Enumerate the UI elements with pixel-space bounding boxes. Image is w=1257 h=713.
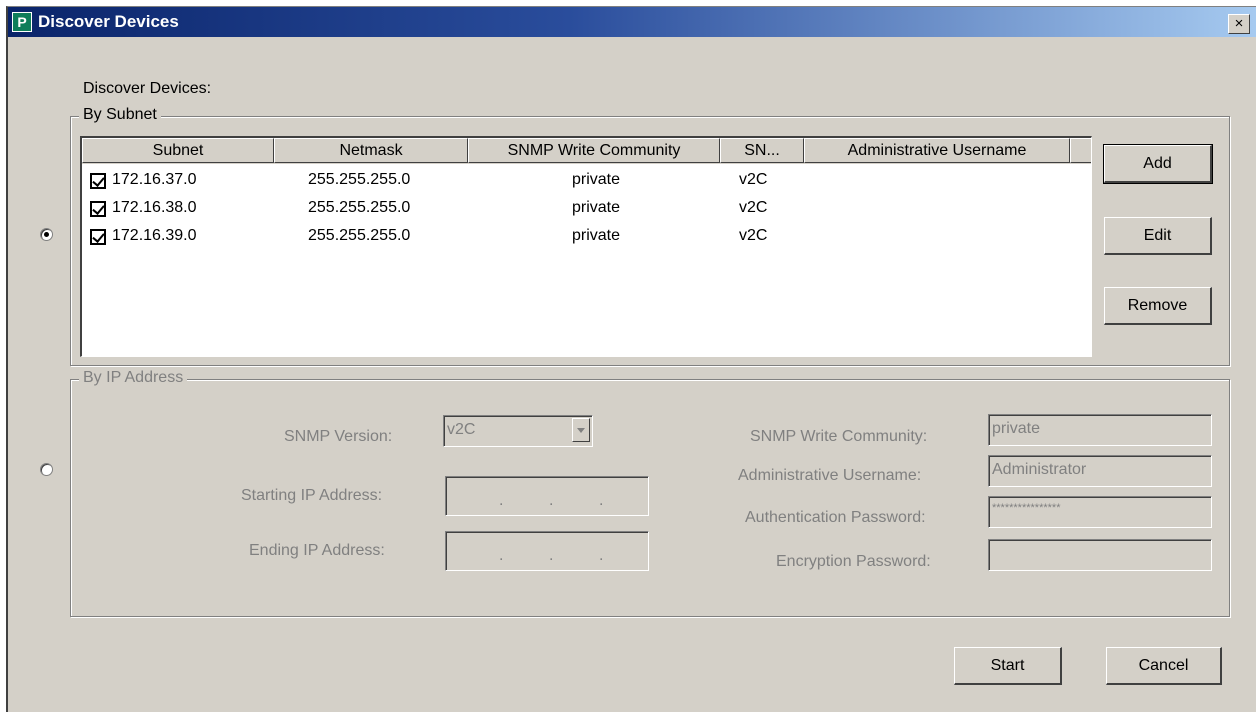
starting-ip-field[interactable]: . . . (445, 476, 649, 516)
column-header-netmask[interactable]: Netmask (274, 138, 468, 163)
authentication-password-field[interactable]: **************** (988, 496, 1212, 528)
row-checkbox[interactable] (90, 229, 106, 245)
ip-dot: . (599, 547, 604, 564)
cell-subnet: 172.16.39.0 (112, 227, 197, 244)
snmp-version-value: v2C (447, 421, 476, 438)
close-button[interactable]: × (1228, 14, 1250, 34)
administrative-username-label: Administrative Username: (738, 467, 922, 484)
ip-octet-separators: . . . (449, 477, 648, 515)
ip-dot: . (499, 492, 504, 509)
by-ip-address-title: By IP Address (79, 369, 188, 387)
snmp-version-dropdown[interactable]: v2C (443, 415, 593, 447)
start-button[interactable]: Start (954, 647, 1062, 685)
ip-dot: . (499, 547, 504, 564)
cell-netmask: 255.255.255.0 (308, 227, 411, 244)
window-title: Discover Devices (38, 12, 179, 31)
app-icon: P (12, 12, 32, 32)
column-header-extra[interactable] (1070, 138, 1091, 163)
cell-community: private (572, 171, 621, 188)
chevron-down-icon[interactable] (572, 418, 590, 442)
cell-subnet: 172.16.38.0 (112, 199, 197, 216)
cell-netmask: 255.255.255.0 (308, 199, 411, 216)
column-header-snmp-write-community[interactable]: SNMP Write Community (468, 138, 720, 163)
by-ip-address-radio[interactable] (40, 463, 53, 476)
encryption-password-label: Encryption Password: (776, 553, 931, 570)
column-header-snmp-version[interactable]: SN... (720, 138, 804, 163)
cell-netmask: 255.255.255.0 (308, 171, 411, 188)
snmp-write-community-field[interactable]: private (988, 414, 1212, 446)
subnet-list-header: Subnet Netmask SNMP Write Community SN..… (82, 138, 1091, 164)
administrative-username-field[interactable]: Administrator (988, 455, 1212, 487)
ending-ip-field[interactable]: . . . (445, 531, 649, 571)
title-bar: P Discover Devices × (8, 7, 1256, 37)
cell-snmp-version: v2C (739, 227, 768, 244)
cell-community: private (572, 199, 621, 216)
cell-subnet: 172.16.37.0 (112, 171, 197, 188)
by-subnet-radio[interactable] (40, 228, 53, 241)
subnet-list[interactable]: Subnet Netmask SNMP Write Community SN..… (80, 136, 1092, 357)
column-header-subnet[interactable]: Subnet (82, 138, 274, 163)
cell-community: private (572, 227, 621, 244)
column-header-administrative-username[interactable]: Administrative Username (804, 138, 1070, 163)
ip-octet-separators: . . . (449, 532, 648, 570)
encryption-password-field[interactable] (988, 539, 1212, 571)
authentication-password-label: Authentication Password: (745, 509, 926, 526)
row-checkbox[interactable] (90, 173, 106, 189)
starting-ip-label: Starting IP Address: (241, 487, 383, 504)
cell-snmp-version: v2C (739, 171, 768, 188)
table-row[interactable]: 172.16.37.0 255.255.255.0 private v2C (82, 168, 1091, 196)
ip-dot: . (549, 492, 554, 509)
radio-selected-dot (44, 232, 49, 237)
snmp-version-label: SNMP Version: (284, 428, 393, 445)
by-subnet-title: By Subnet (79, 106, 161, 124)
ip-dot: . (599, 492, 604, 509)
row-checkbox[interactable] (90, 201, 106, 217)
table-row[interactable]: 172.16.39.0 255.255.255.0 private v2C (82, 224, 1091, 252)
snmp-write-community-label: SNMP Write Community: (750, 428, 928, 445)
remove-button[interactable]: Remove (1104, 287, 1212, 325)
cancel-button[interactable]: Cancel (1106, 647, 1222, 685)
edit-button[interactable]: Edit (1104, 217, 1212, 255)
discover-devices-dialog: P Discover Devices × Discover Devices: B… (6, 6, 1256, 712)
table-row[interactable]: 172.16.38.0 255.255.255.0 private v2C (82, 196, 1091, 224)
ip-dot: . (549, 547, 554, 564)
cell-snmp-version: v2C (739, 199, 768, 216)
add-button[interactable]: Add (1103, 144, 1213, 184)
ending-ip-label: Ending IP Address: (249, 542, 385, 559)
dialog-heading: Discover Devices: (83, 80, 212, 97)
